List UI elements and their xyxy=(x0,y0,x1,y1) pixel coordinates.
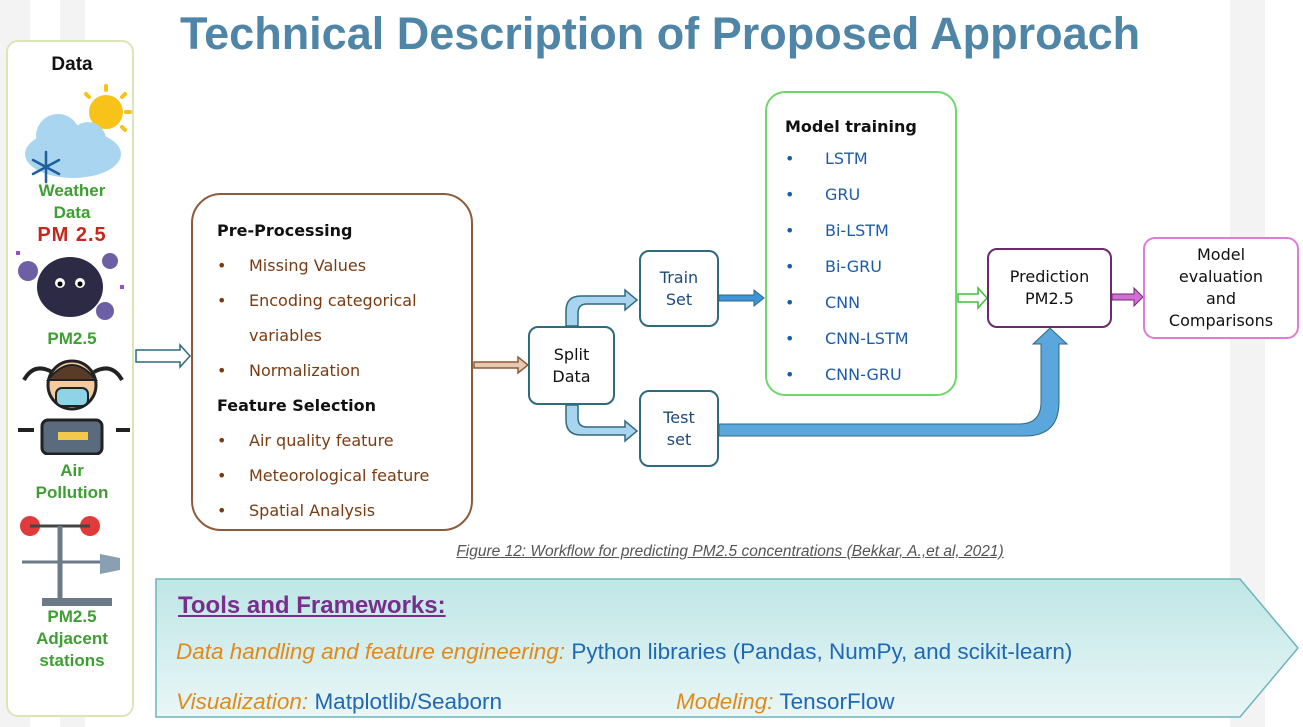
figure-caption: Figure 12: Workflow for predicting PM2.5… xyxy=(456,543,1004,560)
model-item: CNN-LSTM xyxy=(785,321,945,357)
tool-value: Python libraries (Pandas, NumPy, and sci… xyxy=(571,639,1073,664)
model-item: Bi-LSTM xyxy=(785,213,945,249)
feature-item: Meteorological feature xyxy=(217,458,455,493)
arrow-train-to-model xyxy=(718,288,765,308)
arrow-split-to-train xyxy=(565,288,639,327)
evaluation-box: Model evaluation and Comparisons xyxy=(1143,237,1299,339)
arrow-preprocessing-to-split xyxy=(473,355,530,375)
tool-line-visualization: Visualization: Matplotlib/Seaborn xyxy=(176,689,502,715)
preprocessing-item: Normalization xyxy=(217,353,455,388)
tool-line-modeling: Modeling: TensorFlow xyxy=(676,689,894,715)
tool-key: Visualization: xyxy=(176,689,309,714)
prediction-box: Prediction PM2.5 xyxy=(987,248,1112,328)
model-training-box: Model training LSTM GRU Bi-LSTM Bi-GRU C… xyxy=(765,91,957,396)
preprocessing-item-text: variables xyxy=(249,326,322,345)
tool-line-data-handling: Data handling and feature engineering: P… xyxy=(176,639,1072,665)
train-set-box: Train Set xyxy=(639,250,719,327)
test-set-box: Test set xyxy=(639,390,719,467)
tools-title: Tools and Frameworks: xyxy=(178,592,446,619)
tool-value: Matplotlib/Seaborn xyxy=(314,689,503,714)
model-item: CNN-GRU xyxy=(785,357,945,393)
preprocessing-title: Pre-Processing xyxy=(217,221,353,240)
model-item: Bi-GRU xyxy=(785,249,945,285)
feature-item: Spatial Analysis xyxy=(217,493,455,528)
arrow-data-to-preprocessing xyxy=(135,343,192,369)
arrow-split-to-test xyxy=(565,404,639,443)
tool-value: TensorFlow xyxy=(779,689,895,714)
model-item: CNN xyxy=(785,285,945,321)
split-data-box: Split Data xyxy=(528,326,615,405)
tool-key: Modeling: xyxy=(676,689,774,714)
arrow-model-to-prediction xyxy=(957,286,989,310)
model-item: GRU xyxy=(785,177,945,213)
model-item: LSTM xyxy=(785,141,945,177)
feature-item: Air quality feature xyxy=(217,423,455,458)
feature-selection-title: Feature Selection xyxy=(217,396,376,415)
preprocessing-box: Pre-Processing Missing Values Encoding c… xyxy=(191,193,473,531)
model-training-title: Model training xyxy=(785,117,917,136)
arrow-prediction-to-evaluation xyxy=(1111,286,1144,308)
preprocessing-item-continued: variables xyxy=(217,318,455,353)
tool-key: Data handling and feature engineering: xyxy=(176,639,566,664)
preprocessing-item: Encoding categorical xyxy=(217,283,455,318)
preprocessing-item: Missing Values xyxy=(217,248,455,283)
